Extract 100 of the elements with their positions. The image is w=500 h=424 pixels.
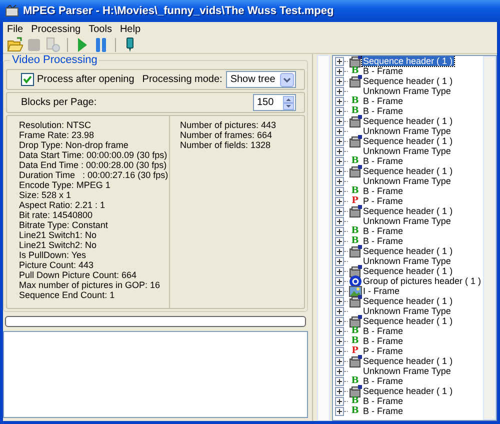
tree-item[interactable]: Sequence header ( 1 ) xyxy=(362,246,454,256)
tree-item[interactable]: Unknown Frame Type xyxy=(362,216,452,226)
tree-scrollbar[interactable] xyxy=(483,56,496,420)
blocks-spinner[interactable]: 150 xyxy=(253,94,296,111)
expand-icon[interactable] xyxy=(335,396,344,406)
info-text: Frame Rate: 23.98 xyxy=(19,130,96,140)
tree-item[interactable]: Sequence header ( 1 ) xyxy=(362,116,454,126)
checkbox[interactable] xyxy=(21,73,34,86)
tree-item[interactable]: B - Frame xyxy=(362,66,404,76)
info-text: Duration Time : 00:00:27.16 (30 fps) xyxy=(19,170,169,180)
frame-type-letter: B xyxy=(351,156,359,166)
expand-icon[interactable] xyxy=(335,366,344,376)
tree-item[interactable]: Sequence header ( 1 ) xyxy=(362,296,454,306)
tree-item[interactable]: B - Frame xyxy=(362,106,404,116)
info-text: Resolution: NTSC xyxy=(19,120,92,130)
tree-item[interactable]: Sequence header ( 1 ) xyxy=(362,206,454,216)
tree-item[interactable]: B - Frame xyxy=(362,226,404,236)
mode-dropdown[interactable]: Show tree xyxy=(226,71,296,88)
expand-icon[interactable] xyxy=(335,156,344,166)
tree-item[interactable]: B - Frame xyxy=(362,396,404,406)
menu-item[interactable]: Help xyxy=(116,24,145,34)
expand-icon[interactable] xyxy=(335,236,344,246)
tree-item[interactable]: Sequence header ( 1 ) xyxy=(362,386,454,396)
expand-icon[interactable] xyxy=(335,286,344,296)
expand-icon[interactable] xyxy=(335,56,344,66)
tree-item[interactable]: Group of pictures header ( 1 ) xyxy=(362,276,482,286)
tree-item[interactable]: B - Frame xyxy=(362,336,404,346)
tree-item[interactable]: Sequence header ( 1 ) xyxy=(362,356,454,366)
expand-icon[interactable] xyxy=(335,346,344,356)
process-checkbox[interactable]: Process after opening xyxy=(21,73,134,86)
tree-item[interactable]: P - Frame xyxy=(362,346,404,356)
tree-item[interactable]: Sequence header ( 1 ) xyxy=(362,56,454,66)
expand-icon[interactable] xyxy=(335,176,344,186)
expand-icon[interactable] xyxy=(335,86,344,96)
expand-icon[interactable] xyxy=(335,136,344,146)
frame-type-letter: B xyxy=(351,186,359,196)
expand-icon[interactable] xyxy=(335,296,344,306)
expand-icon[interactable] xyxy=(335,386,344,396)
expand-icon[interactable] xyxy=(335,166,344,176)
frame-type-letter: P xyxy=(352,346,358,356)
tree-item[interactable]: Unknown Frame Type xyxy=(362,256,452,266)
expand-icon[interactable] xyxy=(335,196,344,206)
tree-item[interactable]: Unknown Frame Type xyxy=(362,86,452,96)
frame-type-letter: B xyxy=(351,396,359,406)
expand-icon[interactable] xyxy=(335,96,344,106)
tree-item[interactable]: B - Frame xyxy=(362,156,404,166)
tree-item[interactable]: B - Frame xyxy=(362,96,404,106)
info-text: Sequence End Count: 1 xyxy=(19,290,116,300)
menu-item[interactable]: Processing xyxy=(27,24,85,34)
tree-item[interactable]: B - Frame xyxy=(362,376,404,386)
expand-icon[interactable] xyxy=(335,256,344,266)
expand-icon[interactable] xyxy=(335,206,344,216)
expand-icon[interactable] xyxy=(335,126,344,136)
tree-item[interactable]: B - Frame xyxy=(362,186,404,196)
expand-icon[interactable] xyxy=(335,246,344,256)
tree-item[interactable]: P - Frame xyxy=(362,196,404,206)
tree-item[interactable]: B - Frame xyxy=(362,236,404,246)
tree-item[interactable]: Sequence header ( 1 ) xyxy=(362,166,454,176)
expand-icon[interactable] xyxy=(335,106,344,116)
expand-icon[interactable] xyxy=(335,266,344,276)
expand-icon[interactable] xyxy=(335,116,344,126)
scrollbar[interactable] xyxy=(317,55,330,421)
expand-icon[interactable] xyxy=(335,326,344,336)
menu-item[interactable]: Tools xyxy=(84,24,116,34)
tree-item[interactable]: Sequence header ( 1 ) xyxy=(362,136,454,146)
tree-item[interactable]: B - Frame xyxy=(362,406,404,416)
expand-icon[interactable] xyxy=(335,376,344,386)
expand-icon[interactable] xyxy=(335,76,344,86)
info-text: Data End Time : 00:00:28.00 (30 fps) xyxy=(19,160,168,170)
expand-icon[interactable] xyxy=(335,406,344,416)
pause-icon[interactable] xyxy=(93,36,109,52)
mode-label: Processing mode: xyxy=(142,74,222,85)
tree-item[interactable]: I - Frame xyxy=(362,286,401,296)
expand-icon[interactable] xyxy=(335,336,344,346)
frame-type-letter: B xyxy=(351,66,359,76)
expand-icon[interactable] xyxy=(335,146,344,156)
tree-item[interactable]: Unknown Frame Type xyxy=(362,146,452,156)
image-icon xyxy=(348,284,362,298)
expand-icon[interactable] xyxy=(335,186,344,196)
frame-type-letter: P xyxy=(352,196,358,206)
tree-item[interactable]: B - Frame xyxy=(362,326,404,336)
tree-item[interactable]: Unknown Frame Type xyxy=(362,126,452,136)
expand-icon[interactable] xyxy=(335,226,344,236)
expand-icon[interactable] xyxy=(335,306,344,316)
info-text: Is PullDown: Yes xyxy=(19,250,88,260)
frame-type-letter: B xyxy=(351,406,359,416)
open-folder-icon[interactable] xyxy=(7,36,23,52)
tree-item[interactable]: Unknown Frame Type xyxy=(362,306,452,316)
expand-icon[interactable] xyxy=(335,66,344,76)
tree-item[interactable]: Unknown Frame Type xyxy=(362,176,452,186)
tree-item[interactable]: Sequence header ( 1 ) xyxy=(362,266,454,276)
expand-icon[interactable] xyxy=(335,356,344,366)
menu-item[interactable]: File xyxy=(3,24,28,34)
tree-item[interactable]: Sequence header ( 1 ) xyxy=(362,316,454,326)
blocks-label: Blocks per Page: xyxy=(21,97,97,108)
expand-icon[interactable] xyxy=(335,216,344,226)
expand-icon[interactable] xyxy=(335,316,344,326)
expand-icon[interactable] xyxy=(335,276,344,286)
tree-item[interactable]: Unknown Frame Type xyxy=(362,366,452,376)
tree-item[interactable]: Sequence header ( 1 ) xyxy=(362,76,454,86)
